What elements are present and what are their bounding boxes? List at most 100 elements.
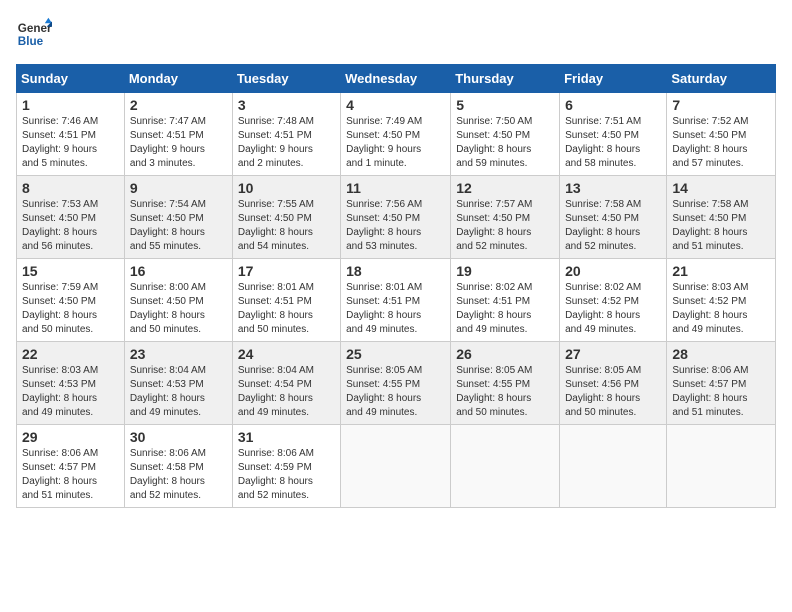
day-info: Sunrise: 8:04 AM Sunset: 4:54 PM Dayligh… [238, 364, 335, 420]
day-info: Sunrise: 8:06 AM Sunset: 4:58 PM Dayligh… [130, 447, 227, 503]
svg-text:General: General [18, 22, 52, 35]
day-cell: 3Sunrise: 7:48 AM Sunset: 4:51 PM Daylig… [232, 93, 340, 176]
day-cell: 15Sunrise: 7:59 AM Sunset: 4:50 PM Dayli… [17, 259, 125, 342]
day-cell: 30 Sunrise: 8:06 AM Sunset: 4:58 PM Dayli… [124, 425, 232, 508]
day-cell [560, 425, 667, 508]
page-header: General Blue [16, 16, 776, 52]
day-info: Sunrise: 7:57 AM Sunset: 4:50 PM Dayligh… [456, 198, 554, 254]
day-info: Sunrise: 7:54 AM Sunset: 4:50 PM Dayligh… [130, 198, 227, 254]
day-info: Sunrise: 8:00 AM Sunset: 4:50 PM Dayligh… [130, 281, 227, 337]
day-cell: 14 Sunrise: 7:58 AM Sunset: 4:50 PM Dayli… [667, 176, 776, 259]
day-cell: 11 Sunrise: 7:56 AM Sunset: 4:50 PM Dayli… [341, 176, 451, 259]
day-number: 17 [238, 263, 335, 279]
day-cell: 19Sunrise: 8:02 AM Sunset: 4:51 PM Dayli… [451, 259, 560, 342]
day-cell [667, 425, 776, 508]
day-cell: 31 Sunrise: 8:06 AM Sunset: 4:59 PM Dayli… [232, 425, 340, 508]
day-number: 24 [238, 346, 335, 362]
day-number: 14 [672, 180, 770, 196]
day-info: Sunrise: 8:06 AM Sunset: 4:59 PM Dayligh… [238, 447, 335, 503]
logo-icon: General Blue [16, 16, 52, 52]
day-number: 29 [22, 429, 119, 445]
day-info: Sunrise: 8:01 AM Sunset: 4:51 PM Dayligh… [346, 281, 445, 337]
day-info: Sunrise: 8:05 AM Sunset: 4:55 PM Dayligh… [346, 364, 445, 420]
day-info: Sunrise: 7:51 AM Sunset: 4:50 PM Dayligh… [565, 115, 661, 171]
svg-text:Blue: Blue [18, 35, 44, 48]
day-number: 10 [238, 180, 335, 196]
day-info: Sunrise: 8:03 AM Sunset: 4:52 PM Dayligh… [672, 281, 770, 337]
week-row-2: 8Sunrise: 7:53 AM Sunset: 4:50 PM Daylig… [17, 176, 776, 259]
week-row-3: 15Sunrise: 7:59 AM Sunset: 4:50 PM Dayli… [17, 259, 776, 342]
column-header-friday: Friday [560, 65, 667, 93]
day-cell: 2 Sunrise: 7:47 AM Sunset: 4:51 PM Daylig… [124, 93, 232, 176]
day-number: 1 [22, 97, 119, 113]
day-number: 13 [565, 180, 661, 196]
day-cell: 17 Sunrise: 8:01 AM Sunset: 4:51 PM Dayli… [232, 259, 340, 342]
day-cell: 9 Sunrise: 7:54 AM Sunset: 4:50 PM Daylig… [124, 176, 232, 259]
day-info: Sunrise: 7:46 AM Sunset: 4:51 PM Dayligh… [22, 115, 119, 171]
day-info: Sunrise: 8:04 AM Sunset: 4:53 PM Dayligh… [130, 364, 227, 420]
day-number: 6 [565, 97, 661, 113]
day-number: 11 [346, 180, 445, 196]
day-number: 5 [456, 97, 554, 113]
day-info: Sunrise: 8:05 AM Sunset: 4:55 PM Dayligh… [456, 364, 554, 420]
day-cell [341, 425, 451, 508]
day-info: Sunrise: 7:49 AM Sunset: 4:50 PM Dayligh… [346, 115, 445, 171]
day-number: 26 [456, 346, 554, 362]
column-header-sunday: Sunday [17, 65, 125, 93]
day-cell: 1 Sunrise: 7:46 AM Sunset: 4:51 PM Daylig… [17, 93, 125, 176]
day-number: 18 [346, 263, 445, 279]
column-header-tuesday: Tuesday [232, 65, 340, 93]
day-number: 15 [22, 263, 119, 279]
day-info: Sunrise: 8:02 AM Sunset: 4:52 PM Dayligh… [565, 281, 661, 337]
day-cell: 7Sunrise: 7:52 AM Sunset: 4:50 PM Daylig… [667, 93, 776, 176]
day-cell: 21Sunrise: 8:03 AM Sunset: 4:52 PM Dayli… [667, 259, 776, 342]
day-cell: 6 Sunrise: 7:51 AM Sunset: 4:50 PM Daylig… [560, 93, 667, 176]
day-cell: 29 Sunrise: 8:06 AM Sunset: 4:57 PM Dayli… [17, 425, 125, 508]
day-cell: 5Sunrise: 7:50 AM Sunset: 4:50 PM Daylig… [451, 93, 560, 176]
day-info: Sunrise: 7:55 AM Sunset: 4:50 PM Dayligh… [238, 198, 335, 254]
day-number: 7 [672, 97, 770, 113]
week-row-1: 1 Sunrise: 7:46 AM Sunset: 4:51 PM Daylig… [17, 93, 776, 176]
day-info: Sunrise: 7:58 AM Sunset: 4:50 PM Dayligh… [672, 198, 770, 254]
day-number: 3 [238, 97, 335, 113]
day-cell: 20 Sunrise: 8:02 AM Sunset: 4:52 PM Dayli… [560, 259, 667, 342]
day-info: Sunrise: 8:03 AM Sunset: 4:53 PM Dayligh… [22, 364, 119, 420]
day-cell: 24 Sunrise: 8:04 AM Sunset: 4:54 PM Dayli… [232, 342, 340, 425]
day-number: 30 [130, 429, 227, 445]
column-header-saturday: Saturday [667, 65, 776, 93]
day-info: Sunrise: 8:05 AM Sunset: 4:56 PM Dayligh… [565, 364, 661, 420]
day-cell: 8Sunrise: 7:53 AM Sunset: 4:50 PM Daylig… [17, 176, 125, 259]
day-number: 4 [346, 97, 445, 113]
day-info: Sunrise: 7:53 AM Sunset: 4:50 PM Dayligh… [22, 198, 119, 254]
day-cell: 25 Sunrise: 8:05 AM Sunset: 4:55 PM Dayli… [341, 342, 451, 425]
day-number: 25 [346, 346, 445, 362]
day-number: 27 [565, 346, 661, 362]
column-header-wednesday: Wednesday [341, 65, 451, 93]
day-info: Sunrise: 7:47 AM Sunset: 4:51 PM Dayligh… [130, 115, 227, 171]
day-cell: 23Sunrise: 8:04 AM Sunset: 4:53 PM Dayli… [124, 342, 232, 425]
day-info: Sunrise: 8:01 AM Sunset: 4:51 PM Dayligh… [238, 281, 335, 337]
day-cell [451, 425, 560, 508]
column-header-monday: Monday [124, 65, 232, 93]
day-cell: 10 Sunrise: 7:55 AM Sunset: 4:50 PM Dayli… [232, 176, 340, 259]
logo: General Blue [16, 16, 52, 52]
day-info: Sunrise: 8:06 AM Sunset: 4:57 PM Dayligh… [22, 447, 119, 503]
day-number: 20 [565, 263, 661, 279]
day-number: 9 [130, 180, 227, 196]
day-info: Sunrise: 8:06 AM Sunset: 4:57 PM Dayligh… [672, 364, 770, 420]
day-number: 31 [238, 429, 335, 445]
day-number: 2 [130, 97, 227, 113]
column-header-thursday: Thursday [451, 65, 560, 93]
day-info: Sunrise: 7:56 AM Sunset: 4:50 PM Dayligh… [346, 198, 445, 254]
calendar-table: SundayMondayTuesdayWednesdayThursdayFrid… [16, 64, 776, 508]
day-cell: 18 Sunrise: 8:01 AM Sunset: 4:51 PM Dayli… [341, 259, 451, 342]
day-cell: 22 Sunrise: 8:03 AM Sunset: 4:53 PM Dayli… [17, 342, 125, 425]
day-number: 22 [22, 346, 119, 362]
day-info: Sunrise: 7:58 AM Sunset: 4:50 PM Dayligh… [565, 198, 661, 254]
day-number: 12 [456, 180, 554, 196]
week-row-4: 22 Sunrise: 8:03 AM Sunset: 4:53 PM Dayli… [17, 342, 776, 425]
day-number: 19 [456, 263, 554, 279]
day-cell: 27 Sunrise: 8:05 AM Sunset: 4:56 PM Dayli… [560, 342, 667, 425]
day-cell: 28Sunrise: 8:06 AM Sunset: 4:57 PM Dayli… [667, 342, 776, 425]
day-number: 16 [130, 263, 227, 279]
